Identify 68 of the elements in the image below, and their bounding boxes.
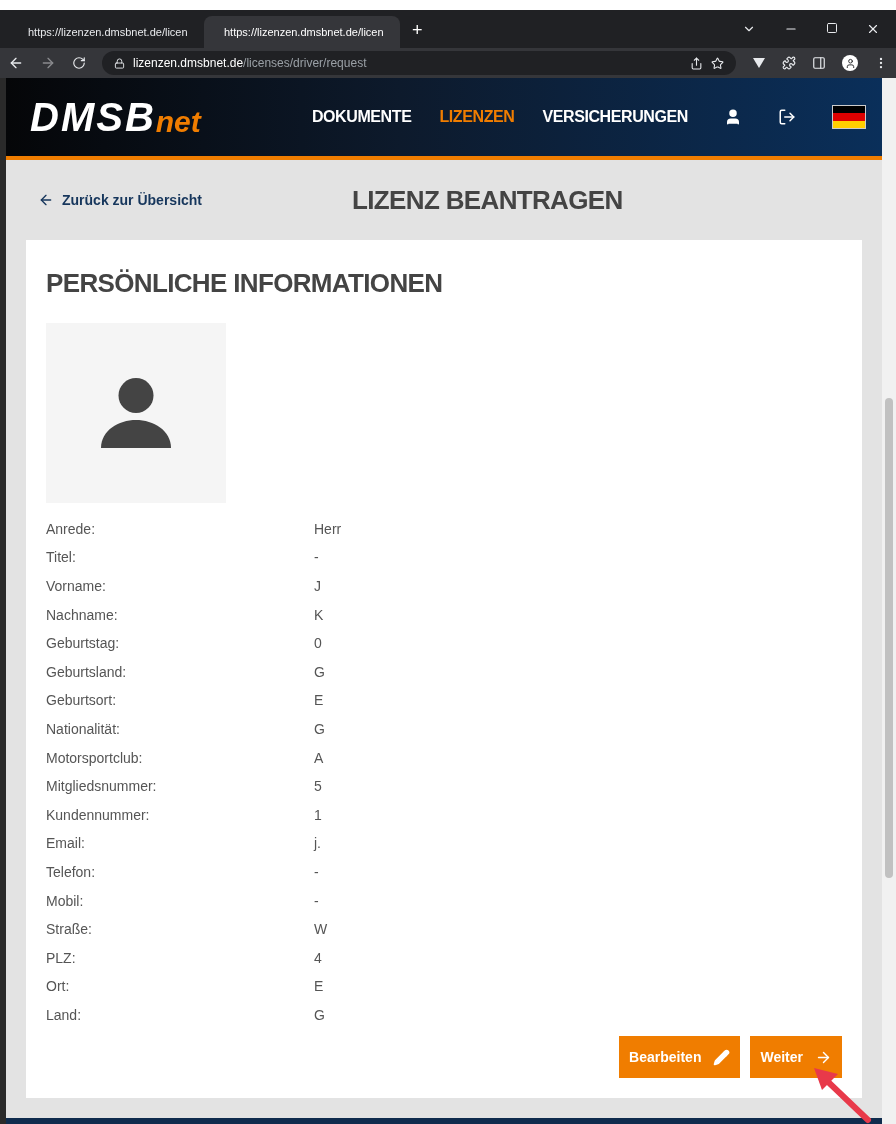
- arrow-left-icon: [38, 192, 54, 208]
- back-icon[interactable]: [8, 55, 24, 71]
- browser-tab[interactable]: https://lizenzen.dmsbnet.de/licen: [204, 16, 400, 48]
- field-label: PLZ:: [46, 948, 77, 968]
- field-value: J: [314, 577, 321, 596]
- field-value: K: [314, 605, 324, 625]
- nav-link[interactable]: DOKUMENTE: [311, 105, 412, 129]
- field-label: Email:: [46, 834, 86, 854]
- url-text: lizenzen.dmsbnet.de/licenses/driver/request: [133, 55, 368, 72]
- reload-icon[interactable]: [72, 56, 86, 70]
- lock-icon: [114, 57, 125, 69]
- field-value: E: [314, 691, 324, 711]
- field-value: -: [314, 548, 319, 568]
- close-window-icon[interactable]: [866, 22, 880, 36]
- profile-icon[interactable]: [842, 55, 858, 71]
- field-value: -: [314, 862, 319, 882]
- field-value: j.: [314, 834, 321, 854]
- forward-icon[interactable]: [40, 55, 56, 71]
- field-label: Titel:: [46, 548, 77, 568]
- field-value: G: [314, 719, 325, 739]
- field-value: 1: [314, 805, 322, 825]
- field-label: Land:: [46, 1005, 83, 1025]
- field-value: Herr: [314, 519, 342, 539]
- scrollbar-thumb[interactable]: [885, 398, 893, 878]
- side-panel-icon[interactable]: [812, 56, 826, 70]
- browser-tab[interactable]: https://lizenzen.dmsbnet.de/licen: [8, 16, 204, 48]
- field-value: G: [314, 1005, 325, 1025]
- field-value: -: [314, 891, 319, 911]
- field-label: Kundennummer:: [46, 805, 151, 825]
- field-label: Motorsportclub:: [46, 748, 144, 768]
- field-label: Vorname:: [46, 577, 107, 596]
- logo[interactable]: DMSBnet: [30, 97, 201, 137]
- field-label: Mitgliedsnummer:: [46, 777, 158, 797]
- field-value: G: [314, 662, 325, 682]
- field-value: E: [314, 977, 324, 997]
- field-label: Nationalität:: [46, 719, 121, 739]
- field-value: 5: [314, 777, 322, 797]
- tab-title: https://lizenzen.dmsbnet.de/licen: [224, 24, 384, 40]
- maximize-icon[interactable]: [826, 22, 838, 34]
- field-label: Telefon:: [46, 862, 97, 882]
- field-label: Mobil:: [46, 891, 85, 911]
- section-title: PERSÖNLICHE INFORMATIONEN: [46, 267, 444, 300]
- share-icon[interactable]: [690, 56, 703, 70]
- logout-icon[interactable]: [778, 108, 796, 126]
- address-bar[interactable]: lizenzen.dmsbnet.de/licenses/driver/request: [102, 51, 736, 75]
- field-label: Anrede:: [46, 519, 97, 539]
- account-icon[interactable]: [724, 108, 742, 126]
- field-label: Geburtsland:: [46, 662, 128, 682]
- back-link[interactable]: Zurück zur Übersicht: [38, 189, 203, 211]
- extension-icon[interactable]: [752, 57, 766, 69]
- pencil-icon: [713, 1048, 731, 1066]
- nav-link[interactable]: LIZENZEN: [439, 105, 515, 129]
- field-value: A: [314, 748, 324, 768]
- bookmark-icon[interactable]: [711, 56, 724, 70]
- nav-link[interactable]: VERSICHERUNGEN: [542, 105, 688, 129]
- german-flag-icon[interactable]: [832, 105, 866, 129]
- field-value: 0: [314, 634, 322, 654]
- page-title: LIZENZ BEANTRAGEN: [352, 183, 623, 217]
- field-label: Nachname:: [46, 605, 119, 625]
- extensions-icon[interactable]: [782, 56, 796, 70]
- field-value: 4: [314, 948, 322, 968]
- field-label: Geburtstag:: [46, 634, 121, 654]
- new-tab-button[interactable]: +: [400, 17, 435, 48]
- tab-title: https://lizenzen.dmsbnet.de/licen: [28, 24, 188, 40]
- field-label: Straße:: [46, 920, 93, 940]
- field-label: Geburtsort:: [46, 691, 118, 711]
- field-label: Ort:: [46, 977, 71, 997]
- field-value: W: [314, 920, 328, 940]
